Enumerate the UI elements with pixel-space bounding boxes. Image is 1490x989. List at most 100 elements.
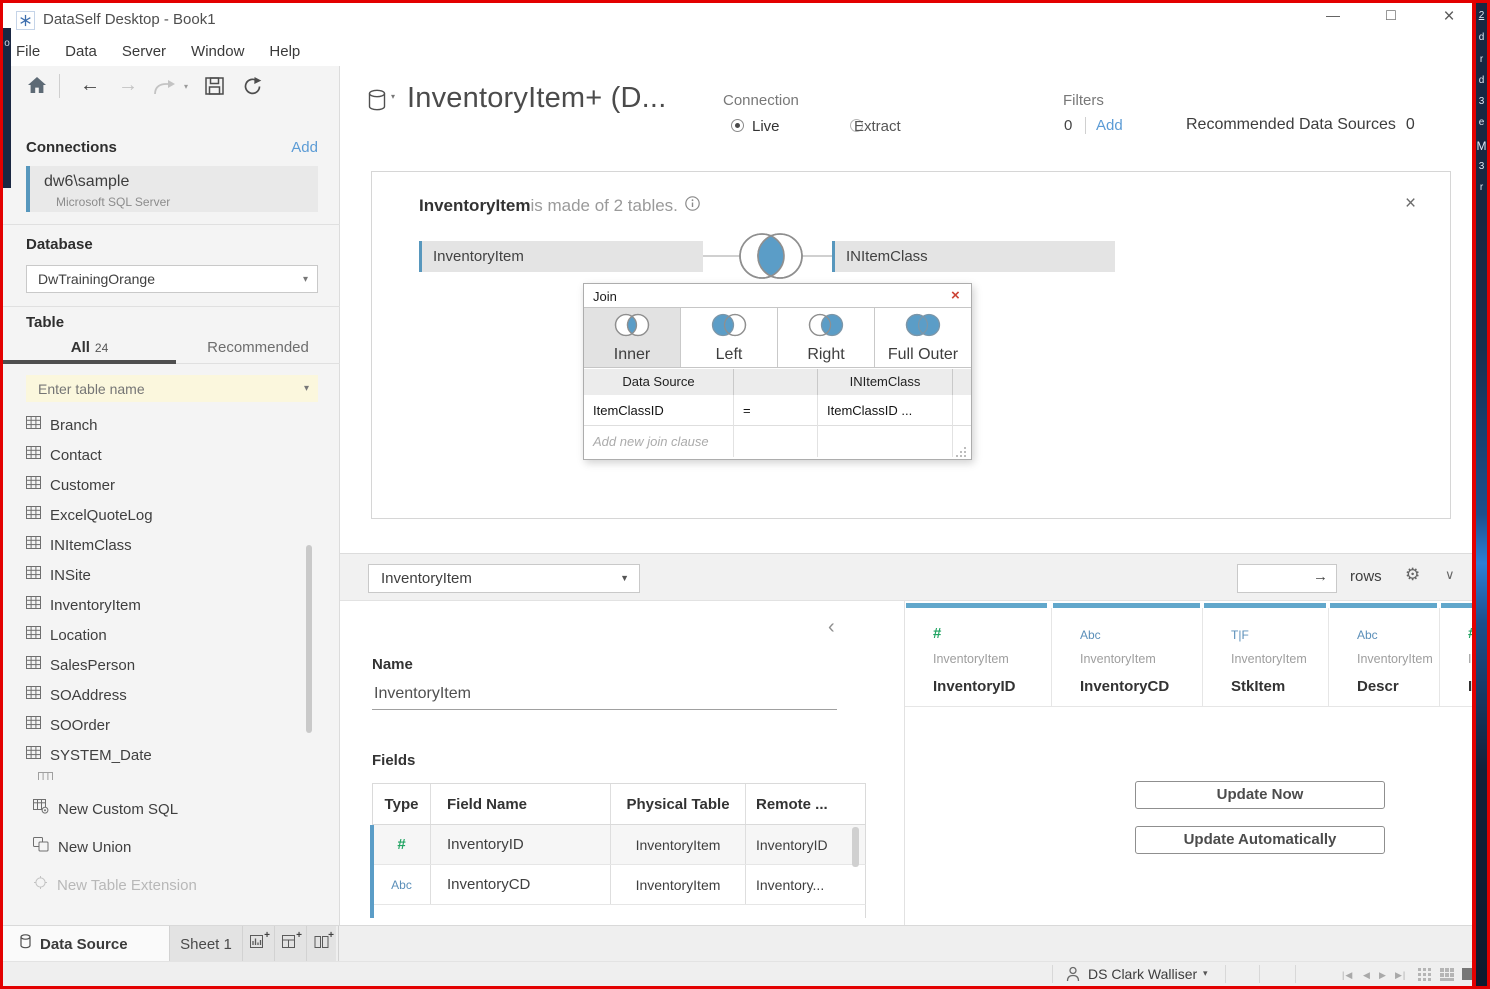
tab-data-source[interactable]: Data Source [3,926,170,962]
filters-add-link[interactable]: Add [1096,117,1123,134]
grid-column-header[interactable]: # InventoryItem InventoryID [905,608,1052,706]
field-row[interactable]: # InventoryID InventoryItem InventoryID [372,825,866,865]
chevron-down-icon[interactable]: ∨ [1445,567,1455,583]
redo-icon[interactable] [152,80,176,100]
grid-view-icon[interactable] [1418,968,1431,986]
field-type-number-icon: # [373,825,431,864]
join-clause-operator[interactable]: = [734,395,818,426]
menu-file[interactable]: File [16,43,40,60]
resize-grip[interactable] [956,446,968,464]
menu-help[interactable]: Help [269,43,300,60]
update-now-button[interactable]: Update Now [1135,781,1385,809]
forward-icon[interactable]: → [118,74,138,97]
grid-column-header[interactable]: Abc InventoryItem InventoryCD [1052,608,1203,706]
logical-table-select-value: InventoryItem [381,565,472,592]
grid-column-header[interactable]: Abc InventoryItem Descr [1329,608,1440,706]
add-connection-link[interactable]: Add [286,139,318,156]
tab-all[interactable]: All 24 [3,334,176,361]
table-item-systemdate[interactable]: SYSTEM_Date [26,740,306,770]
minimize-button[interactable]: — [1318,7,1348,29]
prev-page-icon[interactable]: ◀ [1363,970,1371,981]
extract-radio-label[interactable]: Extract [854,118,901,135]
menu-server[interactable]: Server [122,43,166,60]
datasource-caret-icon[interactable]: ▾ [391,92,395,101]
table-item-contact[interactable]: Contact [26,440,306,470]
fields-scrollbar[interactable] [852,827,859,867]
table-item-excelquotelog[interactable]: ExcelQuoteLog [26,500,306,530]
datasource-db-icon[interactable] [368,89,386,117]
join-dialog-close-icon[interactable]: × [951,287,960,304]
last-page-icon[interactable]: ▶| [1395,970,1406,981]
table-item-initemclass[interactable]: INItemClass [26,530,306,560]
join-type-left[interactable]: Left [681,308,778,367]
table-search[interactable]: ▾ [26,375,318,402]
tab-recommended[interactable]: Recommended [176,334,340,361]
grid-column-header[interactable]: T|F InventoryItem StkItem [1203,608,1329,706]
new-worksheet-button[interactable]: + [243,926,275,962]
save-icon[interactable] [205,77,224,100]
table-search-input[interactable] [26,375,288,402]
table-item-partial[interactable] [38,772,53,780]
join-clause-row[interactable]: ItemClassID = ItemClassID ... [584,395,971,426]
table-item-customer[interactable]: Customer [26,470,306,500]
user-menu-caret-icon[interactable]: ▾ [1203,968,1208,979]
collapse-panel-icon[interactable]: ‹ [828,616,835,639]
join-type-right[interactable]: Right [778,308,875,367]
menu-window[interactable]: Window [191,43,244,60]
gear-icon[interactable]: ⚙ [1405,565,1420,585]
close-button[interactable]: × [1434,6,1464,28]
new-dashboard-button[interactable]: + [275,926,307,962]
info-icon[interactable] [685,196,700,216]
join-clause-right[interactable]: ItemClassID ... [818,395,953,426]
sidebar-divider [3,306,340,307]
live-radio-label[interactable]: Live [752,118,780,135]
user-menu[interactable]: DS Clark Walliser [1088,966,1197,982]
list-view-icon[interactable] [1440,968,1454,986]
table-item-inventoryitem[interactable]: InventoryItem [26,590,306,620]
connection-item[interactable]: dw6\sample Microsoft SQL Server [26,166,318,212]
table-item-branch[interactable]: Branch [26,410,306,440]
maximize-button[interactable]: □ [1376,7,1406,29]
add-join-clause-label[interactable]: Add new join clause [584,426,734,457]
new-custom-sql[interactable]: New Custom SQL [33,794,313,824]
menu-data[interactable]: Data [65,43,97,60]
table-item-location[interactable]: Location [26,620,306,650]
rows-go-arrow-icon[interactable]: → [1313,568,1328,585]
datasource-title[interactable]: InventoryItem+ (D... [407,82,666,115]
join-clause-left[interactable]: ItemClassID [584,395,734,426]
grid-col-table: InventoryItem [1080,652,1156,666]
table-item-insite[interactable]: INSite [26,560,306,590]
field-row[interactable]: Abc InventoryCD InventoryItem Inventory.… [372,865,866,905]
back-icon[interactable]: ← [80,74,100,97]
table-item-soorder[interactable]: SOOrder [26,710,306,740]
logical-table-select[interactable]: InventoryItem ▼ [368,564,640,593]
join-type-inner[interactable]: Inner [584,308,681,367]
name-field[interactable] [374,682,834,706]
join-canvas-close-icon[interactable]: × [1405,193,1416,215]
new-union[interactable]: New Union [33,832,313,862]
first-page-icon[interactable]: |◀ [1342,970,1353,981]
table-item-soaddress[interactable]: SOAddress [26,680,306,710]
new-story-button[interactable]: + [307,926,339,962]
grid-column-header-clipped[interactable]: # Inve Iter [1440,608,1474,706]
join-type-full-outer[interactable]: Full Outer [875,308,971,367]
home-icon[interactable] [27,76,47,99]
new-table-extension[interactable]: New Table Extension [33,870,313,900]
database-select[interactable]: DwTrainingOrange ▾ [26,265,318,293]
logical-table-left[interactable]: InventoryItem [419,241,703,272]
rows-input[interactable] [1238,565,1314,592]
live-radio[interactable] [731,119,744,132]
table-item-salesperson[interactable]: SalesPerson [26,650,306,680]
tab-sheet1[interactable]: Sheet 1 [170,926,243,962]
next-page-icon[interactable]: ▶ [1379,970,1387,981]
add-join-clause-row[interactable]: Add new join clause [584,426,971,457]
chevron-down-icon: ▾ [304,383,309,394]
join-venn-icon[interactable] [737,231,805,286]
redo-caret-icon[interactable]: ▾ [184,82,188,91]
table-grid-icon [26,656,41,674]
logical-table-right[interactable]: INItemClass [832,241,1115,272]
update-automatically-button[interactable]: Update Automatically [1135,826,1385,854]
sidebar-scrollbar[interactable] [306,545,312,733]
rows-input-box[interactable]: → [1237,564,1337,593]
refresh-icon[interactable] [243,76,263,100]
